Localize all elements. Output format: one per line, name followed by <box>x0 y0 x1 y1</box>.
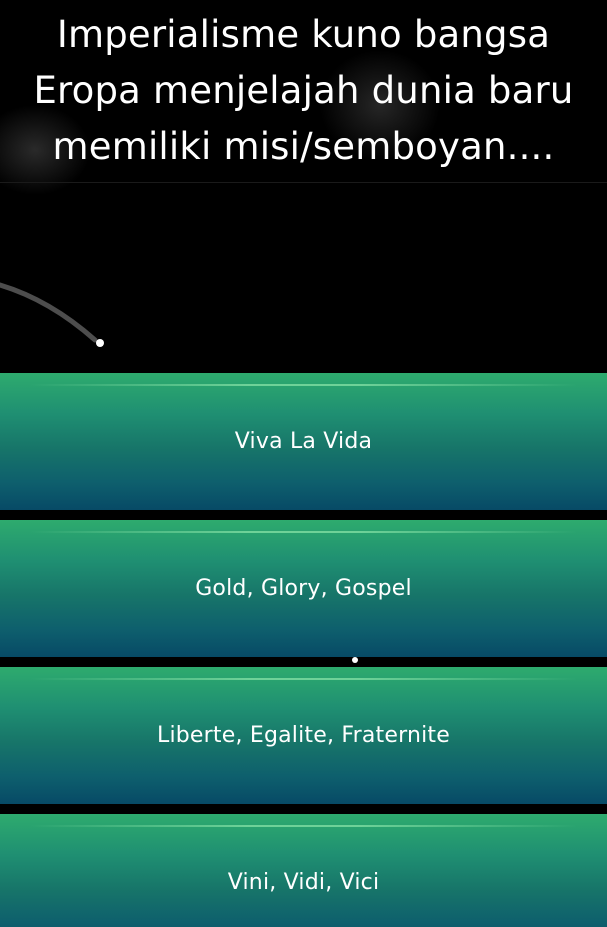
answer-label: Viva La Vida <box>234 429 373 454</box>
answer-option-1[interactable]: Viva La Vida <box>0 373 607 510</box>
answer-option-4[interactable]: Vini, Vidi, Vici <box>0 814 607 927</box>
answer-label: Vini, Vidi, Vici <box>227 870 380 895</box>
comet-trail <box>0 282 98 343</box>
quiz-screen: Imperialisme kuno bangsa Eropa menjelaja… <box>0 0 607 927</box>
answer-option-2[interactable]: Gold, Glory, Gospel <box>0 520 607 657</box>
answer-label: Liberte, Egalite, Fraternite <box>157 723 450 748</box>
answer-option-3[interactable]: Liberte, Egalite, Fraternite <box>0 667 607 804</box>
question-panel: Imperialisme kuno bangsa Eropa menjelaja… <box>0 0 607 183</box>
question-text: Imperialisme kuno bangsa Eropa menjelaja… <box>33 13 574 168</box>
answer-list: Viva La Vida Gold, Glory, Gospel Liberte… <box>0 373 607 927</box>
answer-label: Gold, Glory, Gospel <box>195 576 412 601</box>
star-dot <box>96 339 104 347</box>
